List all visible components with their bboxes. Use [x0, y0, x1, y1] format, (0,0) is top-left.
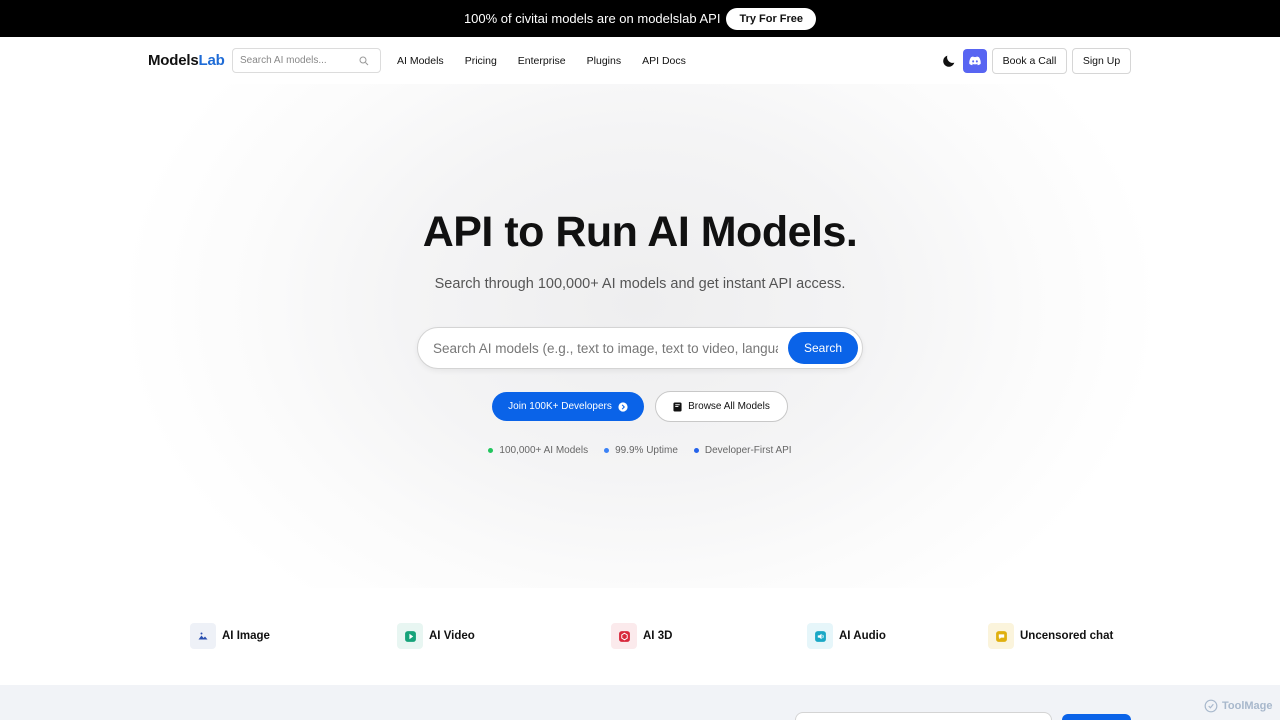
category-ai-image[interactable]: AI Image [190, 623, 270, 649]
hero-title: API to Run AI Models. [422, 208, 858, 256]
chat-icon [988, 623, 1014, 649]
category-uncensored-chat[interactable]: Uncensored chat [988, 623, 1113, 649]
logo-lab: Lab [198, 52, 225, 69]
discord-icon [969, 56, 981, 66]
bottom-section: ToolMage [0, 685, 1280, 720]
arrow-right-circle-icon [618, 401, 628, 412]
nav-links: AI Models Pricing Enterprise Plugins API… [397, 55, 686, 67]
nav-link-pricing[interactable]: Pricing [465, 55, 497, 67]
bottom-button[interactable] [1062, 714, 1131, 720]
stat-developer-api-label: Developer-First API [704, 445, 792, 456]
category-label: AI 3D [643, 630, 673, 642]
top-nav: ModelsLab AI Models Pricing Enterprise P… [0, 37, 1280, 84]
sign-up-button[interactable]: Sign Up [1072, 48, 1131, 74]
hero-section: API to Run AI Models. Search through 100… [0, 84, 1280, 588]
nav-link-ai-models[interactable]: AI Models [397, 55, 444, 67]
nav-link-enterprise[interactable]: Enterprise [518, 55, 566, 67]
stat-developer-api: Developer-First API [693, 445, 792, 456]
hero-search-input[interactable] [433, 340, 778, 356]
category-label: AI Image [222, 630, 270, 642]
hero-subtitle: Search through 100,000+ AI models and ge… [434, 276, 846, 292]
try-for-free-button[interactable]: Try For Free [726, 7, 817, 30]
discord-button[interactable] [963, 49, 987, 73]
promo-banner: 100% of civitai models are on modelslab … [0, 0, 1280, 37]
stat-uptime-label: 99.9% Uptime [615, 445, 678, 456]
join-developers-label: Join 100K+ Developers [508, 401, 612, 412]
audio-icon [807, 623, 833, 649]
video-icon [397, 623, 423, 649]
watermark-logo-icon [1204, 699, 1218, 713]
join-developers-button[interactable]: Join 100K+ Developers [492, 392, 644, 421]
category-ai-audio[interactable]: AI Audio [807, 623, 886, 649]
stat-models: 100,000+ AI Models [488, 445, 588, 456]
book-icon [673, 402, 682, 411]
nav-search-box [232, 48, 381, 73]
category-label: AI Audio [839, 630, 886, 642]
nav-link-api-docs[interactable]: API Docs [642, 55, 686, 67]
status-dot [604, 448, 610, 453]
category-ai-3d[interactable]: AI 3D [611, 623, 672, 649]
book-a-call-button[interactable]: Book a Call [992, 48, 1067, 74]
banner-text: 100% of civitai models are on modelslab … [463, 11, 721, 26]
status-dot [693, 448, 699, 453]
nav-search-input[interactable] [240, 55, 358, 66]
nav-link-plugins[interactable]: Plugins [587, 55, 621, 67]
category-ai-video[interactable]: AI Video [397, 623, 475, 649]
browse-all-models-label: Browse All Models [688, 401, 770, 412]
image-icon [190, 623, 216, 649]
cube-icon [611, 623, 637, 649]
category-label: Uncensored chat [1020, 630, 1114, 642]
status-dot [488, 448, 494, 453]
browse-all-models-button[interactable]: Browse All Models [655, 391, 788, 422]
bottom-input[interactable] [795, 712, 1052, 720]
stat-uptime: 99.9% Uptime [604, 445, 678, 456]
stats-row: 100,000+ AI Models 99.9% Uptime Develope… [0, 445, 1280, 456]
logo-models: Models [148, 52, 199, 69]
hero-search-box: Search [417, 327, 863, 369]
stat-models-label: 100,000+ AI Models [499, 445, 589, 456]
logo[interactable]: ModelsLab [148, 52, 225, 69]
category-label: AI Video [429, 630, 475, 642]
moon-icon[interactable] [941, 53, 957, 69]
search-icon[interactable] [358, 55, 370, 67]
watermark-text: ToolMage [1222, 700, 1273, 712]
search-button[interactable]: Search [788, 332, 858, 364]
watermark: ToolMage [1204, 699, 1273, 713]
